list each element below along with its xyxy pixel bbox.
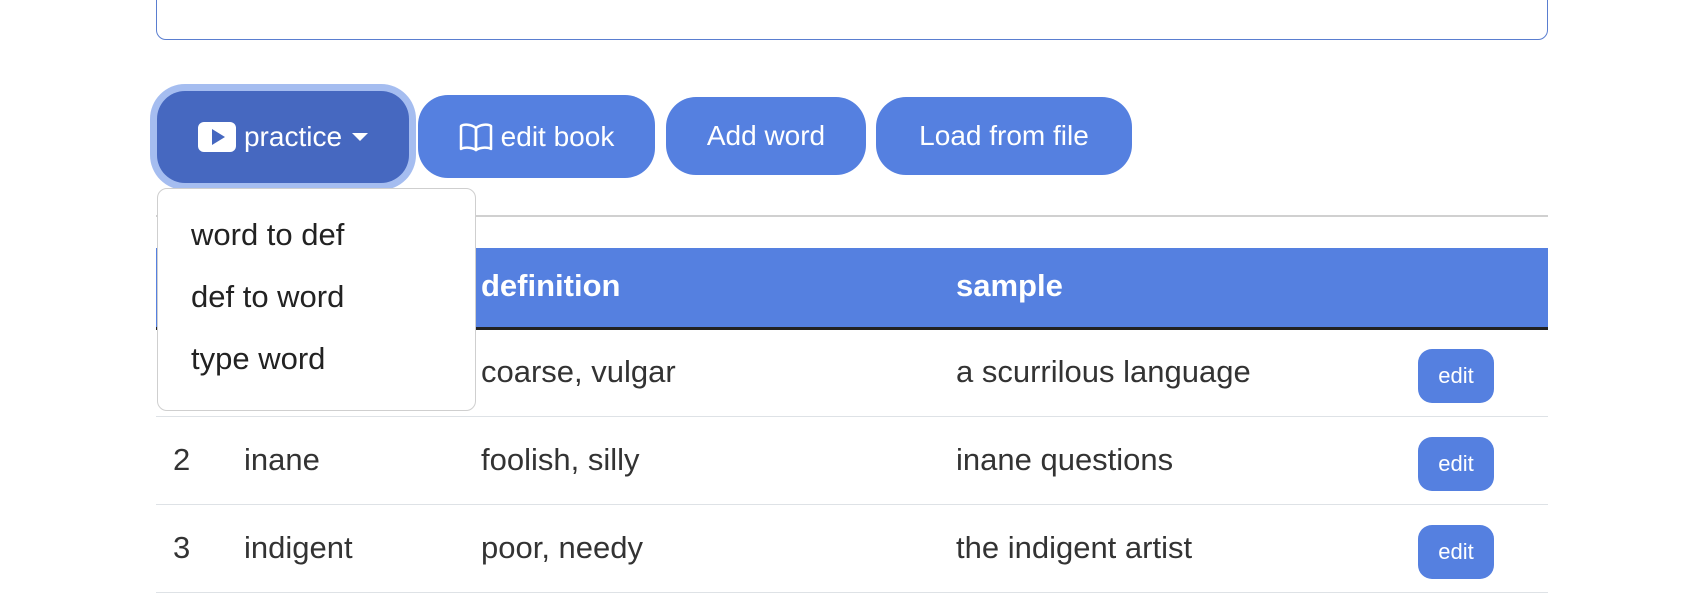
row-definition: coarse, vulgar (481, 354, 676, 389)
load-from-file-label: Load from file (919, 120, 1089, 151)
row-definition: poor, needy (481, 530, 644, 565)
text-input-area[interactable] (156, 0, 1548, 40)
row-number: 3 (173, 530, 191, 565)
practice-label: practice (243, 121, 343, 152)
row-edit-button[interactable]: edit (1418, 349, 1494, 403)
edit-book-button[interactable]: edit book (418, 95, 655, 178)
load-from-file-button[interactable]: Load from file (876, 97, 1132, 175)
play-icon (197, 122, 236, 152)
header-definition: definition (481, 268, 621, 303)
edit-book-label: edit book (500, 120, 615, 152)
caret-down-icon (352, 133, 369, 141)
add-word-label: Add word (706, 120, 826, 151)
book-icon (459, 122, 492, 151)
row-number: 2 (173, 442, 191, 477)
table-row: 2 inane foolish, silly inane questions e… (156, 418, 1548, 505)
row-edit-button[interactable]: edit (1418, 525, 1494, 579)
practice-button[interactable]: practice (157, 91, 409, 183)
practice-dropdown-menu: word to def def to word type word (157, 188, 476, 411)
row-sample: a scurrilous language (956, 354, 1251, 389)
table-row: 3 indigent poor, needy the indigent arti… (156, 506, 1548, 593)
add-word-button[interactable]: Add word (666, 97, 866, 175)
row-definition: foolish, silly (481, 442, 640, 477)
menu-item-def-to-word[interactable]: def to word (191, 279, 344, 315)
row-edit-button[interactable]: edit (1418, 437, 1494, 491)
menu-item-type-word[interactable]: type word (191, 341, 325, 377)
menu-item-word-to-def[interactable]: word to def (191, 217, 344, 253)
row-word: inane (244, 442, 320, 477)
row-word: indigent (244, 530, 353, 565)
row-sample: inane questions (956, 442, 1174, 477)
header-sample: sample (956, 268, 1063, 303)
row-sample: the indigent artist (956, 530, 1193, 565)
